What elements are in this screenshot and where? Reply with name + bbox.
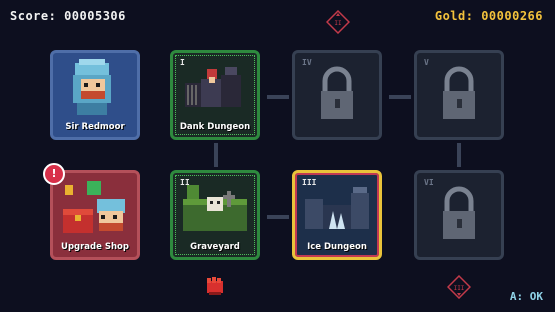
up-nav-label: II — [334, 20, 342, 27]
tile-numeral: II — [180, 178, 190, 187]
connector-h-row1-b — [389, 95, 411, 99]
red-gauntlet-cursor-icon — [207, 277, 223, 295]
tile-label: Graveyard — [190, 242, 240, 252]
tile-locked-iv[interactable]: IV — [292, 50, 382, 140]
down-arrow-icon[interactable]: III — [447, 275, 471, 299]
connector-h-row1-a — [267, 95, 289, 99]
gold-display: Gold: 00000266 — [434, 9, 543, 23]
tile-ice-dungeon[interactable]: III Ice Dungeon — [292, 170, 382, 260]
padlock-icon — [443, 66, 475, 119]
tile-numeral: VI — [424, 178, 434, 187]
tile-dank-dungeon[interactable]: I Dank Dungeon — [170, 50, 260, 140]
connector-v-col2 — [214, 143, 218, 167]
tile-sir-redmoor[interactable]: Sir Redmoor — [50, 50, 140, 140]
tile-label: Ice Dungeon — [307, 242, 367, 252]
up-arrow-icon[interactable]: II — [326, 10, 350, 34]
tile-numeral: V — [424, 58, 429, 67]
tile-upgrade-shop[interactable]: Upgrade Shop — [50, 170, 140, 260]
down-nav-label: III — [454, 285, 465, 292]
connector-v-col4 — [457, 143, 461, 167]
tile-numeral: III — [302, 178, 317, 187]
confirm-prompt: A: OK — [509, 290, 543, 303]
tile-numeral: IV — [302, 58, 312, 67]
score-display: Score: 00005306 — [10, 9, 126, 23]
tile-label: Dank Dungeon — [179, 122, 251, 132]
tile-locked-v[interactable]: V — [414, 50, 504, 140]
alert-badge: ! — [43, 163, 65, 185]
tile-label: Sir Redmoor — [65, 122, 125, 132]
tile-label: Upgrade Shop — [61, 242, 129, 252]
tile-graveyard[interactable]: II Graveyard — [170, 170, 260, 260]
tile-locked-vi[interactable]: VI — [414, 170, 504, 260]
tile-numeral: I — [180, 58, 185, 67]
connector-h-row2 — [267, 215, 289, 219]
